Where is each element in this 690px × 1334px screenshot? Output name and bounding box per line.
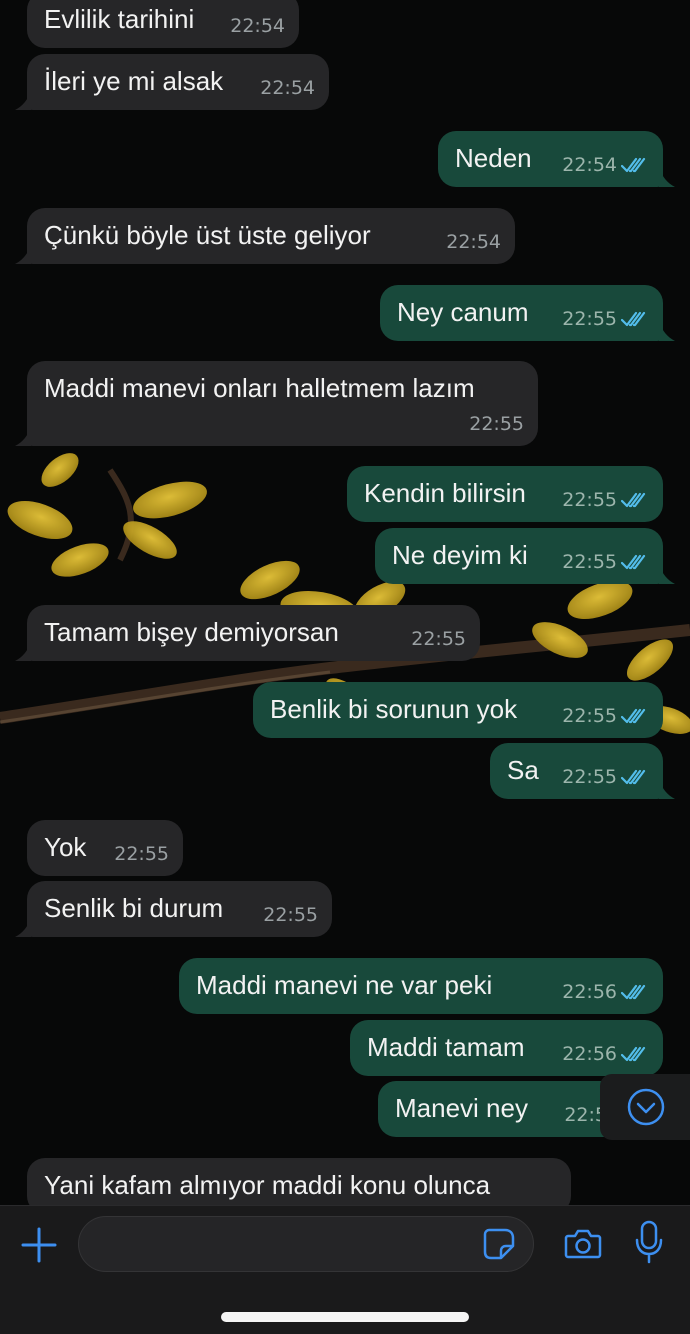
message-bubble-outgoing[interactable]: Maddi tamam 22:56 — [350, 1020, 663, 1076]
message-text: İleri ye mi alsak — [44, 66, 224, 96]
bubble-tail-icon — [659, 169, 675, 187]
read-receipt-icon — [621, 769, 646, 785]
read-receipt-icon — [621, 708, 646, 724]
message-time: 22:55 — [562, 766, 617, 788]
message-meta: 22:55 — [411, 629, 466, 649]
message-time: 22:54 — [446, 231, 501, 253]
home-indicator — [221, 1312, 469, 1322]
read-receipt-icon — [621, 157, 646, 173]
message-bubble-incoming[interactable]: Evlilik tarihini 22:54 — [27, 0, 299, 48]
message-bubble-incoming[interactable]: Yok 22:55 — [27, 820, 183, 876]
message-time: 22:55 — [469, 413, 524, 435]
read-receipt-icon — [621, 311, 646, 327]
bubble-tail-icon — [659, 323, 675, 341]
message-meta: 22:55 — [263, 905, 318, 925]
message-time: 22:55 — [562, 489, 617, 511]
message-meta: 22:55 — [562, 706, 649, 726]
message-meta: 22:56 — [562, 982, 649, 1002]
message-time: 22:55 — [562, 551, 617, 573]
message-text: Senlik bi durum — [44, 893, 224, 923]
read-receipt-icon — [621, 554, 646, 570]
message-text: Ney canum — [397, 297, 529, 327]
message-text: Evlilik tarihini — [44, 4, 195, 34]
message-bubble-outgoing[interactable]: Ne deyim ki 22:55 — [375, 528, 675, 584]
message-text: Maddi tamam — [367, 1032, 525, 1062]
message-time: 22:55 — [263, 904, 318, 926]
message-bubble-outgoing[interactable]: Sa 22:55 — [490, 743, 675, 799]
message-bubble-outgoing[interactable]: Ney canum 22:55 — [380, 285, 675, 341]
message-meta: 22:55 — [562, 552, 649, 572]
message-list[interactable]: Evlilik tarihini 22:54 İleri ye mi alsak… — [0, 0, 690, 1214]
message-bubble-incoming[interactable]: İleri ye mi alsak 22:54 — [15, 54, 329, 110]
message-meta: 22:54 — [260, 78, 315, 98]
message-bubble-incoming[interactable]: Tamam bişey demiyorsan 22:55 — [15, 605, 480, 661]
message-meta: 22:55 — [562, 309, 649, 329]
message-text: Maddi manevi ne var peki — [196, 970, 493, 1000]
bubble-tail-icon — [15, 92, 31, 110]
message-time: 22:55 — [562, 308, 617, 330]
bubble-tail-icon — [15, 919, 31, 937]
read-receipt-icon — [621, 492, 646, 508]
message-time: 22:55 — [562, 705, 617, 727]
message-time: 22:54 — [260, 77, 315, 99]
read-receipt-icon — [621, 1046, 646, 1062]
bubble-tail-icon — [15, 246, 31, 264]
chevron-down-circle-icon — [627, 1088, 665, 1126]
message-meta: 22:54 — [446, 232, 501, 252]
message-text: Maddi manevi onları halletmem lazım — [44, 373, 475, 403]
message-text: Benlik bi sorunun yok — [270, 694, 518, 724]
message-text: Kendin bilirsin — [364, 478, 526, 508]
read-receipt-icon — [621, 984, 646, 1000]
message-input[interactable] — [78, 1216, 534, 1272]
message-time: 22:56 — [562, 981, 617, 1003]
message-time: 22:56 — [562, 1043, 617, 1065]
scroll-to-bottom-button[interactable] — [600, 1074, 690, 1140]
sticker-icon[interactable] — [481, 1226, 517, 1262]
message-time: 22:55 — [114, 843, 169, 865]
message-text: Yok — [44, 832, 87, 862]
bubble-tail-icon — [15, 428, 31, 446]
message-meta: 22:56 — [562, 1044, 649, 1064]
message-time: 22:54 — [562, 154, 617, 176]
message-text: Sa — [507, 755, 539, 785]
message-text: Neden — [455, 143, 532, 173]
message-text: Çünkü böyle üst üste geliyor — [44, 220, 371, 250]
message-bubble-outgoing[interactable]: Neden 22:54 — [438, 131, 675, 187]
message-text: Manevi ney — [395, 1093, 528, 1123]
bubble-tail-icon — [659, 566, 675, 584]
message-meta: 22:55 — [114, 844, 169, 864]
message-text: Ne deyim ki — [392, 540, 528, 570]
message-text: Tamam bişey demiyorsan — [44, 617, 339, 647]
message-bubble-incoming[interactable]: Senlik bi durum 22:55 — [15, 881, 332, 937]
message-time: 22:55 — [411, 628, 466, 650]
message-meta: 22:55 — [562, 490, 649, 510]
bubble-tail-icon — [659, 781, 675, 799]
message-meta: 22:55 — [469, 414, 524, 434]
message-meta: 22:54 — [230, 16, 285, 36]
message-bubble-incoming[interactable]: Çünkü böyle üst üste geliyor 22:54 — [15, 208, 515, 264]
message-time: 22:54 — [230, 15, 285, 37]
message-meta: 22:55 — [562, 767, 649, 787]
message-bubble-outgoing[interactable]: Kendin bilirsin 22:55 — [347, 466, 663, 522]
bubble-tail-icon — [15, 643, 31, 661]
plus-icon[interactable] — [20, 1226, 58, 1264]
camera-icon[interactable] — [563, 1224, 603, 1264]
message-bubble-outgoing[interactable]: Benlik bi sorunun yok 22:55 — [253, 682, 663, 738]
message-bubble-outgoing[interactable]: Maddi manevi ne var peki 22:56 — [179, 958, 663, 1014]
message-bubble-incoming[interactable]: Maddi manevi onları halletmem lazım 22:5… — [15, 361, 538, 446]
microphone-icon[interactable] — [634, 1220, 664, 1266]
message-text: Yani kafam almıyor maddi konu olunca — [44, 1170, 491, 1200]
message-meta: 22:54 — [562, 155, 649, 175]
